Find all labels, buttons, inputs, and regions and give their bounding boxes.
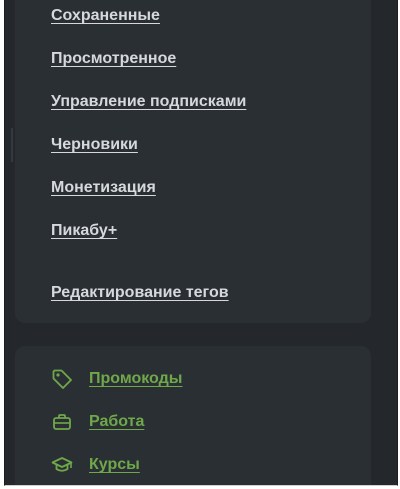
menu-item-subscriptions[interactable]: Управление подписками — [51, 92, 246, 112]
menu-item-monetization[interactable]: Монетизация — [51, 178, 156, 198]
briefcase-icon — [51, 411, 73, 433]
extras-item-promocodes[interactable]: Промокоды — [51, 367, 182, 391]
profile-menu-panel: Сохраненные Просмотренное Управление под… — [15, 0, 371, 323]
menu-item-edit-tags[interactable]: Редактирование тегов — [51, 283, 229, 303]
scroll-indicator — [11, 128, 13, 162]
extras-item-courses[interactable]: Курсы — [51, 453, 140, 477]
tag-icon — [51, 368, 73, 390]
menu-item-pikabu-plus[interactable]: Пикабу+ — [51, 221, 117, 241]
menu-item-viewed[interactable]: Просмотренное — [51, 49, 176, 69]
menu-item-saved[interactable]: Сохраненные — [51, 6, 160, 26]
graduation-cap-icon — [51, 454, 73, 476]
sidebar-menu: Сохраненные Просмотренное Управление под… — [4, 0, 398, 486]
extras-item-label: Промокоды — [89, 370, 183, 387]
extras-panel: Промокоды Работа Курсы — [15, 346, 371, 485]
menu-item-drafts[interactable]: Черновики — [51, 135, 138, 155]
extras-item-label: Курсы — [89, 456, 140, 473]
extras-item-label: Работа — [89, 413, 145, 430]
extras-item-jobs[interactable]: Работа — [51, 410, 144, 434]
